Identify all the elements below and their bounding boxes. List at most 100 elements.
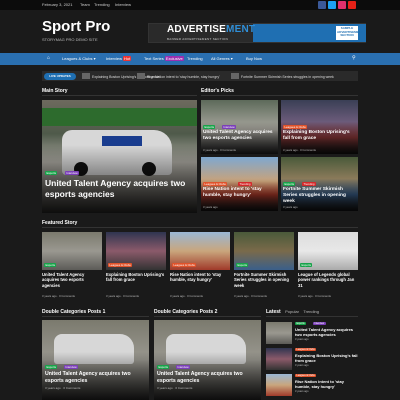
category-esports[interactable]: Esports: [45, 365, 58, 369]
ticker-thumb: [231, 73, 239, 79]
ticker-label: LIVE UPDATES: [44, 72, 76, 80]
featured-headline[interactable]: Rise Nation intent to 'stay humble, stay…: [170, 272, 230, 283]
featured-meta: 3 years ago · 0 Comments: [42, 294, 75, 298]
category-interview[interactable]: Interview: [65, 171, 80, 175]
sidebar-headline[interactable]: Explaining Boston Uprising's fall from g…: [295, 353, 358, 363]
featured-headline[interactable]: Explaining Boston Uprising's fall from g…: [106, 272, 166, 283]
category-leagues-clubs[interactable]: Leagues & Clubs: [283, 125, 308, 129]
editors-pick-card[interactable]: Leagues & Clubs Trending Rise Nation inten…: [201, 157, 278, 211]
editors-pick-headline[interactable]: Explaining Boston Uprising's fall from g…: [283, 130, 357, 142]
category-esports[interactable]: Esports: [236, 263, 249, 267]
nav-item-buy-now[interactable]: Buy Now: [246, 57, 262, 61]
main-story-headline[interactable]: United Talent Agency acquires two esport…: [45, 178, 193, 200]
divider: [42, 227, 358, 228]
featured-image[interactable]: Esports: [42, 232, 102, 270]
featured-image[interactable]: Leagues & Clubs: [106, 232, 166, 270]
tab-trending[interactable]: Trending: [303, 309, 319, 314]
featured-image[interactable]: Esports: [298, 232, 358, 270]
youtube-icon[interactable]: [348, 1, 356, 9]
featured-image[interactable]: Esports: [234, 232, 294, 270]
category-interview[interactable]: Interview: [222, 125, 237, 129]
sidebar-thumb[interactable]: [266, 348, 292, 370]
double-cat-2-title: Double Categories Posts 2: [154, 309, 218, 315]
ad-title-b: MENT: [226, 24, 256, 35]
nav-item-leagues-label: Leagues & Clubs: [62, 56, 93, 61]
double-cat-1-card[interactable]: Esports Interview United Talent Agency a…: [42, 320, 149, 400]
topbar-link-interview[interactable]: Interview: [115, 3, 131, 7]
category-leagues-clubs[interactable]: Leagues & Clubs: [295, 374, 317, 378]
twitter-icon[interactable]: [328, 1, 336, 9]
double-cat-2-card[interactable]: Esports Interview United Talent Agency a…: [154, 320, 261, 400]
category-interview[interactable]: Interview: [176, 365, 191, 369]
topbar-link-trending[interactable]: Trending: [94, 3, 110, 7]
featured-headline[interactable]: United Talent Agency acquires two esport…: [42, 272, 102, 288]
instagram-icon[interactable]: [338, 1, 346, 9]
ad-title: ADVERTISEMENT: [167, 24, 255, 35]
nav-item-leagues[interactable]: Leagues & Clubs ▾: [62, 57, 96, 61]
category-leagues-clubs[interactable]: Leagues & Clubs: [172, 263, 197, 267]
sidebar-thumb[interactable]: [266, 322, 292, 344]
category-leagues-clubs[interactable]: Leagues & Clubs: [108, 263, 133, 267]
featured-image[interactable]: Leagues & Clubs: [170, 232, 230, 270]
editors-pick-meta: 3 years ago · 0 Comments: [283, 148, 316, 152]
category-leagues-clubs[interactable]: Leagues & Clubs: [295, 348, 317, 352]
search-icon[interactable]: ⚲: [352, 56, 356, 61]
nav-item-interview[interactable]: Interview Hot: [106, 56, 132, 61]
category-esports[interactable]: Esports: [157, 365, 170, 369]
nav-item-text-series[interactable]: Text Series Exclusive: [144, 56, 184, 61]
ticker-thumb: [82, 73, 90, 79]
category-esports[interactable]: Esports: [203, 125, 216, 129]
site-logo[interactable]: Sport Pro: [42, 18, 110, 35]
nav-item-interview-label: Interview: [106, 56, 123, 61]
hot-badge: Hot: [123, 56, 132, 61]
home-icon[interactable]: ⌂: [47, 56, 50, 61]
category-trending[interactable]: Trending: [238, 182, 252, 186]
double-cat-1-title: Double Categories Posts 1: [42, 309, 106, 315]
nav-item-trending[interactable]: Trending: [187, 57, 203, 61]
exclusive-badge: Exclusive: [164, 56, 184, 61]
sidebar-meta: 3 years ago: [295, 390, 309, 393]
sidebar-thumb[interactable]: [266, 374, 292, 396]
editors-pick-headline[interactable]: United Talent Agency acquires two esport…: [203, 130, 277, 142]
double-cat-2-meta: 3 years ago · 0 Comments: [157, 386, 193, 390]
editors-pick-card[interactable]: Esports Interview United Talent Agency acq…: [201, 100, 278, 154]
ad-sample-box: SAMPLE ADVERTISEMENT SECTION: [336, 26, 363, 40]
editors-pick-meta: 3 years ago · 0 Comments: [203, 148, 236, 152]
category-esports[interactable]: Esports: [300, 263, 313, 267]
tab-popular[interactable]: Popular: [285, 309, 299, 314]
featured-title: Featured Story: [42, 220, 78, 226]
category-esports[interactable]: Esports: [45, 171, 58, 175]
featured-headline[interactable]: Fortnite Summer Skirmish Series struggle…: [234, 272, 294, 288]
nav-item-text-series-label: Text Series: [144, 56, 164, 61]
featured-headline[interactable]: League of Legends global power rankings …: [298, 272, 358, 288]
editors-pick-card[interactable]: Leagues & Clubs Explaining Boston Uprisin…: [281, 100, 358, 154]
sidebar-meta: 3 years ago: [295, 338, 309, 341]
double-cat-2-headline[interactable]: United Talent Agency acquires two esport…: [157, 371, 257, 385]
topbar-link-team[interactable]: Team: [80, 3, 90, 7]
category-esports[interactable]: Esports: [295, 322, 307, 326]
sidebar-headline[interactable]: United Talent Agency acquires two esport…: [295, 327, 358, 337]
double-cat-1-headline[interactable]: United Talent Agency acquires two esport…: [45, 371, 145, 385]
category-interview[interactable]: Interview: [64, 365, 79, 369]
editors-pick-headline[interactable]: Fortnite Summer Skirmish Series struggle…: [283, 187, 357, 205]
sidebar-headline[interactable]: Rise Nation intent to 'stay humble, stay…: [295, 379, 358, 389]
category-interview[interactable]: Interview: [313, 322, 326, 326]
divider: [154, 316, 261, 317]
main-story-card[interactable]: Esports Interview United Talent Agency a…: [42, 100, 197, 213]
category-esports[interactable]: Esports: [44, 263, 57, 267]
ticker-item[interactable]: Rise Nation intent to 'stay humble, stay…: [147, 75, 220, 79]
nav-item-all-genres[interactable]: All Genres ▾: [211, 57, 233, 61]
facebook-icon[interactable]: [318, 1, 326, 9]
featured-meta: 3 years ago · 0 Comments: [234, 294, 267, 298]
editors-picks-title: Editor's Picks: [201, 88, 234, 94]
category-trending[interactable]: Trending: [302, 182, 316, 186]
tab-latest[interactable]: Latest: [266, 309, 281, 315]
featured-meta: 3 years ago · 0 Comments: [298, 294, 331, 298]
editors-pick-card[interactable]: Esports Trending Fortnite Summer Skirmish …: [281, 157, 358, 211]
editors-pick-meta: 3 years ago: [283, 205, 298, 209]
sidebar-meta: 3 years ago: [295, 364, 309, 367]
ticker-item[interactable]: Fortnite Summer Skirmish Series struggle…: [241, 75, 334, 79]
category-leagues-clubs[interactable]: Leagues & Clubs: [203, 182, 228, 186]
editors-pick-headline[interactable]: Rise Nation intent to 'stay humble, stay…: [203, 187, 277, 199]
category-esports[interactable]: Esports: [283, 182, 296, 186]
